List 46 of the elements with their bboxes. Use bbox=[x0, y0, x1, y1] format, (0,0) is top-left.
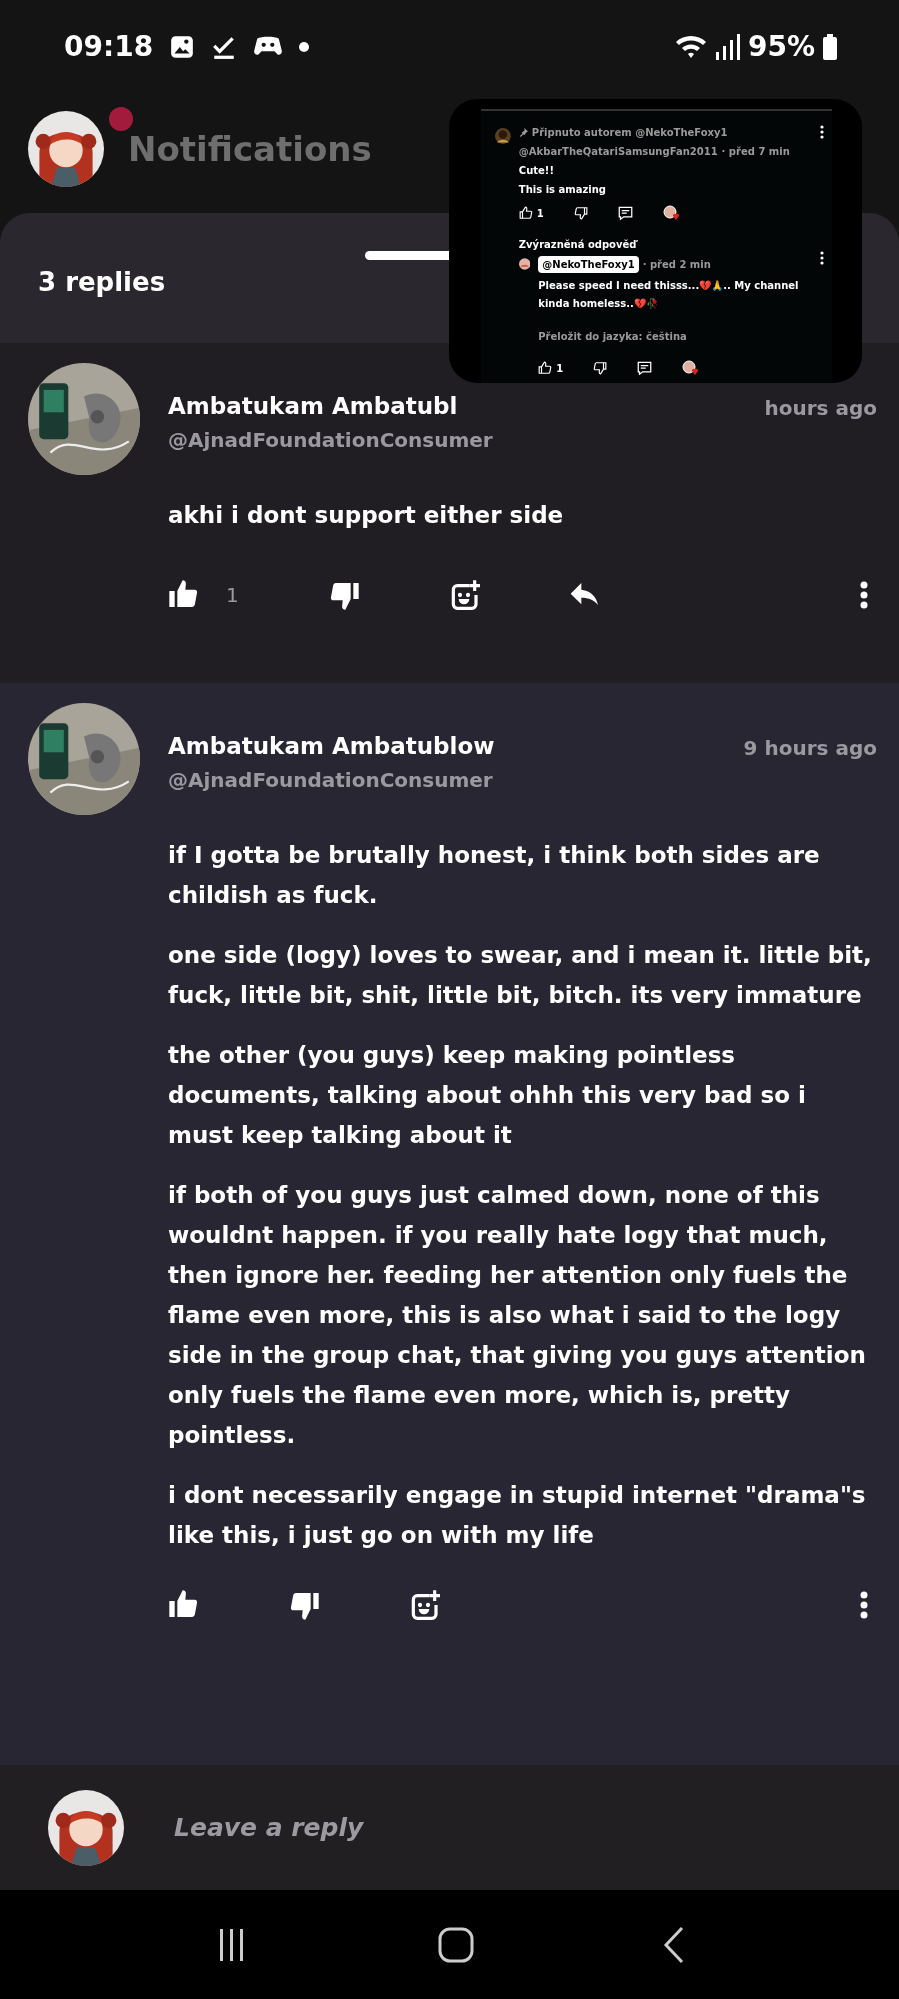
thumbs-up-icon[interactable] bbox=[518, 206, 533, 220]
comment-text: if both of you guys just calmed down, none of this wouldnt happen. if you really hate logy that much, then ignore her. feeding her attention only fuels the flame even more, this is also what i said to the logy side in the group chat, that giving you guys attention only fuels the flame even more, which is, pretty pointless. bbox=[168, 1180, 867, 1450]
heart-avatar-icon bbox=[682, 360, 699, 376]
comment-time: · před 7 min bbox=[721, 145, 790, 159]
pinned-label: Připnuto autorem @NekoTheFoxy1 bbox=[531, 126, 728, 140]
comment-icon[interactable] bbox=[617, 206, 633, 220]
comment-text: akhi i dont support either side bbox=[168, 500, 565, 530]
author-chip: @NekoTheFoxy1 bbox=[538, 256, 639, 273]
comment-text: Cute!! bbox=[518, 164, 555, 178]
pin-icon bbox=[518, 128, 528, 137]
comment-time: · před 2 min bbox=[642, 258, 711, 272]
page-title: Notifications bbox=[128, 127, 372, 171]
more-icon[interactable] bbox=[820, 251, 824, 265]
thumbs-down-icon[interactable] bbox=[573, 206, 588, 220]
author-handle: @AjnadFoundationConsumer bbox=[168, 426, 493, 454]
clock-time: 09:18 bbox=[64, 28, 154, 65]
back-icon[interactable] bbox=[661, 1925, 686, 1964]
comment-text: i dont necessarily engage in stupid internet "drama"s like this, i just go on with my life bbox=[168, 1480, 867, 1550]
comment-icon[interactable] bbox=[637, 361, 653, 375]
heart-avatar-icon bbox=[662, 205, 679, 221]
thumbs-down-icon[interactable] bbox=[593, 361, 608, 375]
author-name: Ambatukam Ambatublow bbox=[168, 733, 495, 761]
like-count: 1 bbox=[556, 361, 564, 376]
signal-icon bbox=[715, 33, 740, 60]
battery-icon bbox=[823, 33, 837, 60]
reply-field[interactable]: Leave a reply bbox=[172, 1807, 672, 1848]
author-name: Ambatukam Ambatubl bbox=[168, 393, 459, 421]
home-icon[interactable] bbox=[436, 1925, 475, 1964]
author-handle: @AjnadFoundationConsumer bbox=[168, 766, 494, 794]
like-count: 1 bbox=[226, 581, 239, 609]
notification-dot bbox=[109, 107, 133, 131]
dot-icon bbox=[299, 41, 310, 52]
image-icon bbox=[169, 33, 196, 60]
comment-time: 9 hours ago bbox=[743, 735, 877, 762]
comment-text: if I gotta be brutally honest, i think both sides are childish as fuck. bbox=[168, 840, 821, 910]
comment-text: the other (you guys) keep making pointless documents, talking about ohhh this very bad so i must keep talking about it bbox=[168, 1040, 807, 1150]
comment-text: This is amazing bbox=[518, 183, 607, 197]
comment-time: hours ago bbox=[764, 395, 877, 422]
thumbs-up-icon[interactable] bbox=[538, 361, 553, 375]
comment-text: one side (logy) loves to swear, and i mean it. little bit, fuck, little bit, shit, little bit, bitch. its very immature bbox=[168, 940, 873, 1010]
comment-text: Please speed I need thisss...💔🙏.. My channel kinda homeless..💔🥀 bbox=[538, 279, 800, 311]
more-icon[interactable] bbox=[820, 125, 824, 139]
highlight-label: Zvýrazněná odpověď bbox=[518, 238, 639, 252]
comment-author: @AkbarTheQatariSamsungFan2011 bbox=[518, 145, 718, 159]
translate-link[interactable]: Přeložit do jazyka: čeština bbox=[538, 329, 812, 344]
battery-percent: 95% bbox=[747, 28, 815, 65]
